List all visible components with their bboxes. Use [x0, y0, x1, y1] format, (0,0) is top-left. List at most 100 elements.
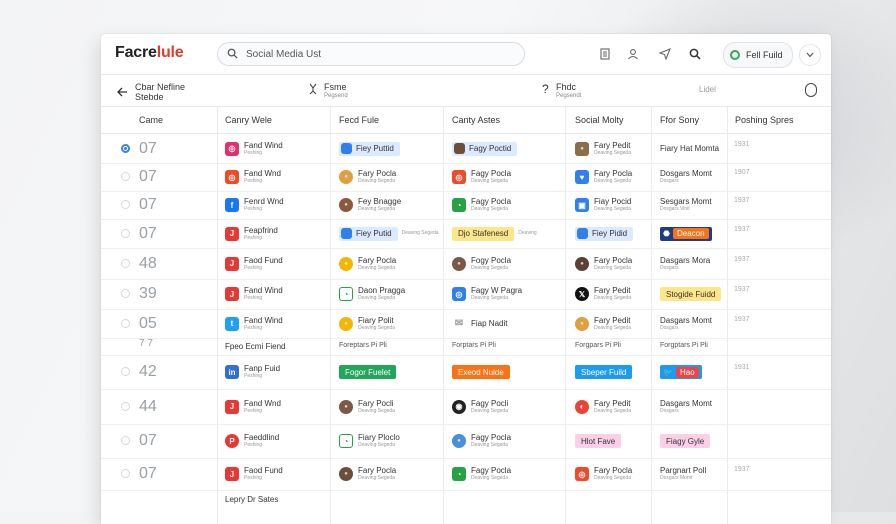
- table-cell[interactable]: ● Fary Pocla Deaving Segeda: [339, 256, 396, 272]
- table-cell[interactable]: P Faeddlind Peshing: [225, 433, 279, 449]
- tag-chip[interactable]: Exeod Nuide: [452, 365, 510, 379]
- help-icon[interactable]: ?: [542, 82, 549, 96]
- row-select-radio[interactable]: [121, 172, 130, 181]
- table-cell[interactable]: ● Fogy Pocla Deaving Segeda: [452, 256, 511, 272]
- table-cell[interactable]: ● Fary Pedit Deaving Segeda: [575, 141, 631, 157]
- table-cell[interactable]: Sbeper Fuild: [575, 364, 633, 380]
- app-logo[interactable]: Facrelule: [115, 44, 184, 62]
- table-cell[interactable]: Pargnart Poll Dosgars Momt: [660, 466, 706, 482]
- column-header[interactable]: Fecd Fule: [339, 115, 379, 125]
- chevron-down-icon[interactable]: [799, 44, 821, 66]
- table-cell[interactable]: Fiey Puttid: [339, 141, 400, 157]
- tag-chip[interactable]: Fagy Poctid: [452, 141, 518, 156]
- table-cell[interactable]: ◔ Fiary Ploclo Deaving Segeda: [339, 433, 400, 449]
- table-row[interactable]: 42 in Fanp Fuid Peshing Fogor Fuelet Exeod Nu…: [101, 355, 831, 390]
- tag-chip[interactable]: Stogide Fuidd: [660, 287, 722, 301]
- row-select-radio[interactable]: [121, 367, 130, 376]
- tag-chip[interactable]: Hlot Fave: [575, 434, 622, 448]
- column-header[interactable]: Poshing Spres: [735, 115, 794, 125]
- column-header[interactable]: Canry Wele: [225, 115, 272, 125]
- table-cell[interactable]: J Feapfrind Peshing: [225, 226, 278, 242]
- section-row[interactable]: 7 7 Fpeo Ecmi Fiend Foreptars Pi Pli Forpta…: [101, 338, 831, 356]
- table-cell[interactable]: 🐦 Hao: [660, 364, 702, 380]
- table-cell[interactable]: ◔ Fagy Pocla Deaving Segeda: [452, 466, 511, 482]
- table-cell[interactable]: Exeod Nuide: [452, 364, 510, 380]
- table-row[interactable]: 48 J Faod Fund Peshing ● Fary Pocla Deaving Se…: [101, 248, 831, 280]
- row-select-radio[interactable]: [121, 143, 130, 153]
- column-header[interactable]: Social Molty: [575, 115, 624, 125]
- row-select-radio[interactable]: [121, 200, 130, 209]
- send-icon[interactable]: [657, 46, 673, 62]
- table-cell[interactable]: Fogor Fuelet: [339, 364, 397, 380]
- tag-chip[interactable]: Sbeper Fuild: [575, 365, 633, 379]
- table-cell[interactable]: ● Fary Pedit Deaving Segeda: [575, 316, 631, 332]
- table-row[interactable]: 07 ◎ Fand Wnd Peshing ● Fary Pocla Deaving Seg…: [101, 163, 831, 192]
- table-cell[interactable]: ● Fary Pocla Deaving Segeda: [575, 256, 632, 272]
- table-cell[interactable]: ◔ Fagy Pocla Deaving Segeda: [452, 197, 511, 213]
- settings-icon[interactable]: [805, 83, 817, 97]
- table-cell[interactable]: ◎ Fand Wnd Peshing: [225, 169, 281, 185]
- row-select-radio[interactable]: [121, 289, 130, 298]
- table-cell[interactable]: Sesgars Momt Dosgars Vinit: [660, 197, 712, 213]
- table-cell[interactable]: J Faod Fund Peshing: [225, 466, 283, 482]
- table-cell[interactable]: ⬣ Deacon: [660, 226, 712, 242]
- table-cell[interactable]: ◎ Fand Wind Peshing: [225, 141, 283, 157]
- table-cell[interactable]: ♥ Fary Pocla Deaving Segeda: [575, 169, 632, 185]
- table-cell[interactable]: J Faod Fund Peshing: [225, 256, 283, 272]
- table-cell[interactable]: ◔ Daon Pragga Deaving Segeda: [339, 286, 405, 302]
- table-row[interactable]: 05 t Fand Wind Peshing ● Fiary Polit Deaving S…: [101, 309, 831, 339]
- table-cell[interactable]: ▣ Fiay Pocid Deaving Segeda: [575, 197, 631, 213]
- row-select-radio[interactable]: [121, 258, 130, 268]
- table-row[interactable]: 07 J Feapfrind Peshing Fiey Putid Deaving Seg…: [101, 219, 831, 249]
- search-input[interactable]: [244, 45, 518, 63]
- table-cell[interactable]: Fiey Pidid: [575, 226, 634, 242]
- table-cell[interactable]: Dasgars Momt Dosgars: [660, 399, 712, 415]
- table-cell[interactable]: Fagy Poctid: [452, 141, 518, 157]
- table-cell[interactable]: ◐ Fary Pedit Deaving Segeda: [575, 399, 631, 415]
- table-cell[interactable]: 𝕏 Fary Pedit Deaving Segeda: [575, 286, 631, 302]
- table-cell[interactable]: Hlot Fave: [575, 433, 622, 449]
- table-row[interactable]: 44 J Fand Wnd Peshing ● Fary Pocli Deaving Seg…: [101, 389, 831, 425]
- table-cell[interactable]: Fiey Putid Deaving Segeda: [339, 226, 439, 242]
- document-icon[interactable]: [597, 46, 613, 62]
- table-cell[interactable]: J Fand Wnd Peshing: [225, 399, 281, 415]
- table-cell[interactable]: Fiagy Gyle: [660, 433, 711, 449]
- search-icon[interactable]: [687, 46, 703, 62]
- table-cell[interactable]: Stogide Fuidd: [660, 286, 722, 302]
- row-select-radio[interactable]: [121, 469, 130, 478]
- search-box[interactable]: [217, 42, 525, 66]
- table-cell[interactable]: Dasgars Momt Dosgars: [660, 316, 712, 332]
- table-row[interactable]: 07 J Faod Fund Peshing ● Fary Pocla Deaving Se…: [101, 458, 831, 491]
- table-cell[interactable]: ✉ Fiap Nadit: [452, 316, 508, 332]
- tag-chip[interactable]: Fiagy Gyle: [660, 434, 711, 448]
- table-cell[interactable]: ◎ Fagy Pocla Deaving Segeda: [452, 169, 511, 185]
- column-header[interactable]: Came: [139, 115, 163, 125]
- tag-chip[interactable]: Fiey Puttid: [339, 141, 400, 156]
- table-cell[interactable]: f Fenrd Wnd Peshing: [225, 197, 284, 213]
- table-cell[interactable]: ● Fary Pocli Deaving Segeda: [339, 399, 395, 415]
- table-cell[interactable]: t Fand Wind Peshing: [225, 316, 283, 332]
- table-cell[interactable]: ● Fagy Pocla Deaving Segeda: [452, 433, 511, 449]
- table-cell[interactable]: ● Fey Bnagge Deaving Segeda: [339, 197, 401, 213]
- tag-badge[interactable]: ⬣ Deacon: [660, 226, 712, 241]
- user-icon[interactable]: [625, 46, 641, 62]
- fell-fuild-button[interactable]: Fell Fuild: [723, 42, 793, 68]
- column-header[interactable]: Ffor Sony: [660, 115, 699, 125]
- tag-badge[interactable]: 🐦 Hao: [660, 365, 702, 379]
- row-select-radio[interactable]: [121, 436, 130, 445]
- table-row[interactable]: 07 f Fenrd Wnd Peshing ● Fey Bnagge Deaving Se…: [101, 191, 831, 220]
- table-cell[interactable]: ● Fiary Polit Deaving Segeda: [339, 316, 395, 332]
- column-header[interactable]: Canty Astes: [452, 115, 500, 125]
- row-select-radio[interactable]: [121, 401, 130, 411]
- row-select-radio[interactable]: [121, 318, 130, 328]
- tag-chip[interactable]: Fiey Putid: [339, 226, 398, 241]
- row-select-radio[interactable]: [121, 228, 130, 238]
- table-cell[interactable]: in Fanp Fuid Peshing: [225, 364, 280, 380]
- table-row[interactable]: 07 ◎ Fand Wind Peshing Fiey Puttid Fagy Pocti…: [101, 134, 831, 164]
- table-cell[interactable]: Dosgars Momt Dosgars: [660, 169, 712, 185]
- back-arrow-icon[interactable]: [117, 84, 128, 102]
- tag-chip[interactable]: Fogor Fuelet: [339, 365, 397, 379]
- table-cell[interactable]: ◎ Fary Pocla Deaving Segeda: [575, 466, 632, 482]
- table-row[interactable]: 39 J Fand Wind Peshing ◔ Daon Pragga Deaving S…: [101, 279, 831, 310]
- table-cell[interactable]: Dasgars Mora Dosgars: [660, 256, 710, 272]
